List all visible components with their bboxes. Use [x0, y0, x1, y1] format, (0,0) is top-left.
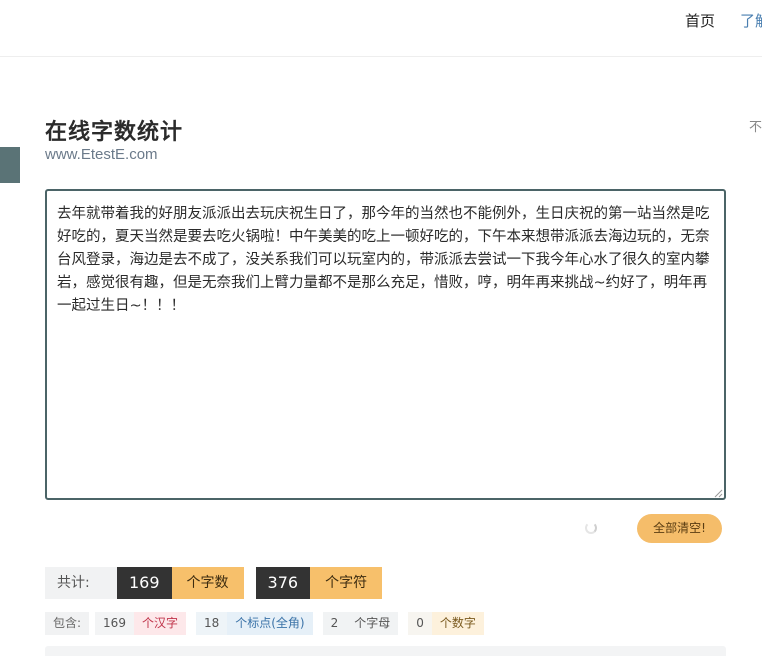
site-url: www.EtestE.com — [45, 146, 158, 163]
breakdown-counts: 包含: 169 个汉字 18 个标点(全角) 2 个字母 0 个数字 — [45, 612, 494, 635]
punctuation-count-value: 18 — [203, 616, 220, 630]
han-count-value: 169 — [103, 616, 126, 630]
right-side-text: 不 — [749, 120, 762, 135]
loading-spinner-icon — [585, 522, 597, 534]
nav-about-link[interactable]: 了解 — [740, 10, 762, 31]
punctuation-count-badge: 18 个标点(全角) — [195, 612, 313, 635]
han-count-unit: 个汉字 — [133, 612, 186, 635]
character-count-badge: 376 个字符 — [255, 567, 383, 599]
digit-count-value: 0 — [416, 616, 424, 630]
total-label: 共计: — [45, 567, 117, 599]
han-count-badge: 169 个汉字 — [95, 612, 186, 635]
character-count-unit: 个字符 — [310, 567, 383, 599]
word-count-value: 169 — [117, 567, 172, 599]
word-count-unit: 个字数 — [171, 567, 244, 599]
top-navbar: 首页 了解 — [0, 0, 762, 57]
digit-count-badge: 0 个数字 — [408, 612, 484, 635]
total-counts: 共计: 169 个字数 376 个字符 — [45, 567, 394, 599]
text-input-area[interactable]: 去年就带着我的好朋友派派出去玩庆祝生日了，那今年的当然也不能例外，生日庆祝的第一… — [45, 189, 726, 500]
letter-count-badge: 2 个字母 — [322, 612, 399, 635]
letter-count-unit: 个字母 — [346, 612, 399, 635]
contains-label: 包含: — [45, 612, 90, 635]
bottom-panel — [45, 646, 726, 656]
nav-home-link[interactable]: 首页 — [685, 10, 715, 31]
side-tab[interactable] — [0, 147, 20, 183]
word-count-badge: 169 个字数 — [117, 567, 244, 599]
page-title: 在线字数统计 — [45, 120, 184, 145]
clear-all-button[interactable]: 全部清空! — [637, 514, 722, 543]
letter-count-value: 2 — [330, 616, 339, 630]
character-count-value: 376 — [255, 567, 311, 599]
resize-handle-icon[interactable] — [713, 488, 723, 498]
digit-count-unit: 个数字 — [431, 612, 484, 635]
punctuation-count-unit: 个标点(全角) — [227, 612, 313, 635]
